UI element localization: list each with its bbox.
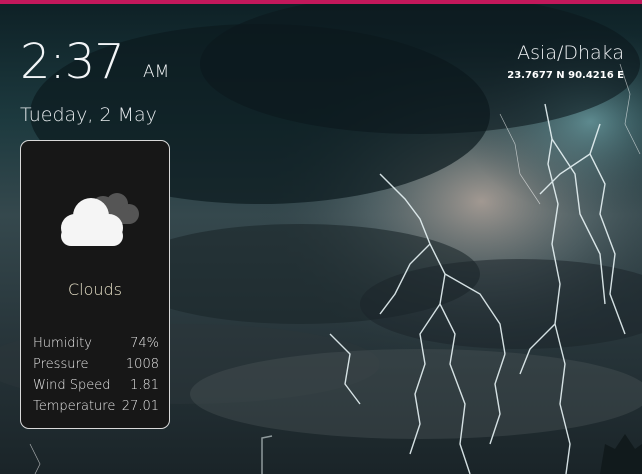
stat-label: Wind Speed	[33, 378, 111, 393]
stat-value: 74%	[130, 336, 159, 351]
weather-condition: Clouds	[67, 280, 123, 299]
clouds-icon	[61, 193, 139, 246]
stat-temperature: Temperature 27.01	[33, 396, 159, 417]
timezone-label: Asia/Dhaka	[517, 42, 624, 64]
clock: 2:37 AM	[20, 34, 169, 90]
stat-wind-speed: Wind Speed 1.81	[33, 375, 159, 396]
clock-period: AM	[143, 62, 170, 82]
weather-stats: Humidity 74% Pressure 1008 Wind Speed 1.…	[33, 333, 159, 417]
stat-label: Pressure	[33, 357, 89, 372]
current-date: Tueday, 2 May	[20, 104, 157, 126]
weather-card: Clouds Humidity 74% Pressure 1008 Wind S…	[20, 140, 170, 429]
clock-time: 2:37	[20, 34, 125, 90]
stat-pressure: Pressure 1008	[33, 354, 159, 375]
stat-value: 27.01	[121, 399, 159, 414]
stat-value: 1008	[125, 357, 159, 372]
stat-value: 1.81	[130, 378, 159, 393]
stat-label: Temperature	[33, 399, 116, 414]
stat-label: Humidity	[33, 336, 92, 351]
stat-humidity: Humidity 74%	[33, 333, 159, 354]
coordinates-label: 23.7677 N 90.4216 E	[507, 70, 624, 81]
